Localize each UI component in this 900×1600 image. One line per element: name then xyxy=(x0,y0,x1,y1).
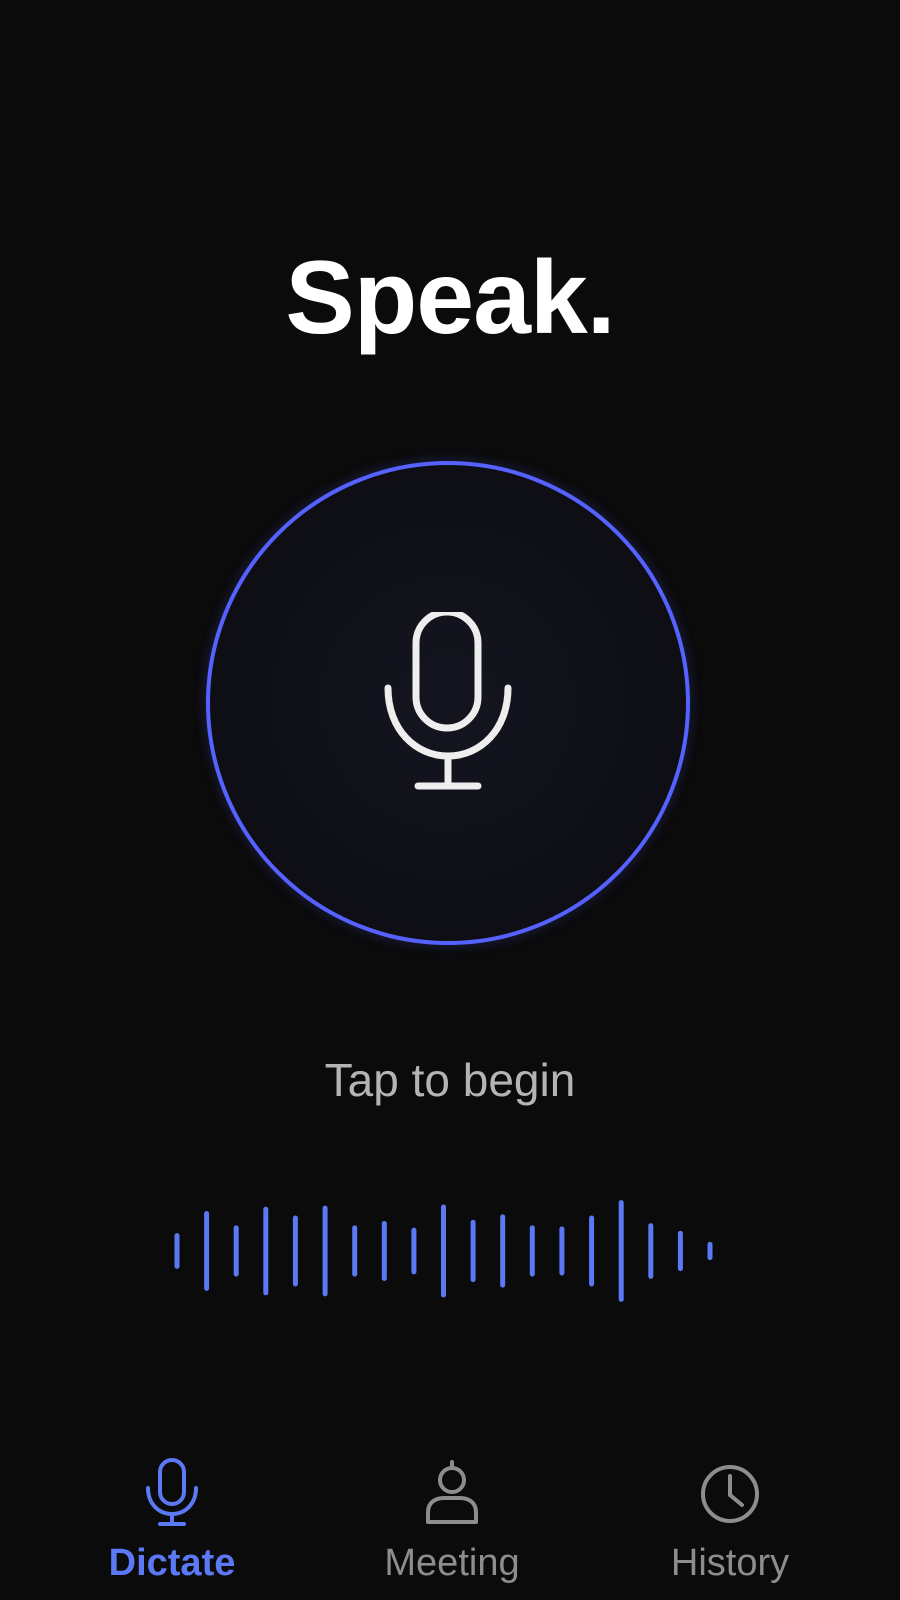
bottom-tab-bar: Dictate Meeting History xyxy=(0,1440,900,1600)
tab-label: History xyxy=(670,1542,790,1584)
audio-waveform xyxy=(174,1200,713,1302)
tab-dictate[interactable]: Dictate xyxy=(62,1440,282,1600)
microphone-icon[interactable] xyxy=(382,612,518,792)
tab-meeting[interactable]: Meeting xyxy=(342,1440,562,1600)
tab-label: Meeting xyxy=(384,1542,520,1584)
tap-to-begin-hint: Tap to begin xyxy=(324,1054,576,1106)
tab-label: Dictate xyxy=(108,1542,236,1584)
person-icon xyxy=(426,1460,478,1524)
clock-icon xyxy=(701,1465,759,1523)
microphone-icon xyxy=(146,1458,198,1526)
tab-history[interactable]: History xyxy=(620,1440,840,1600)
page-title: Speak. xyxy=(285,240,615,356)
